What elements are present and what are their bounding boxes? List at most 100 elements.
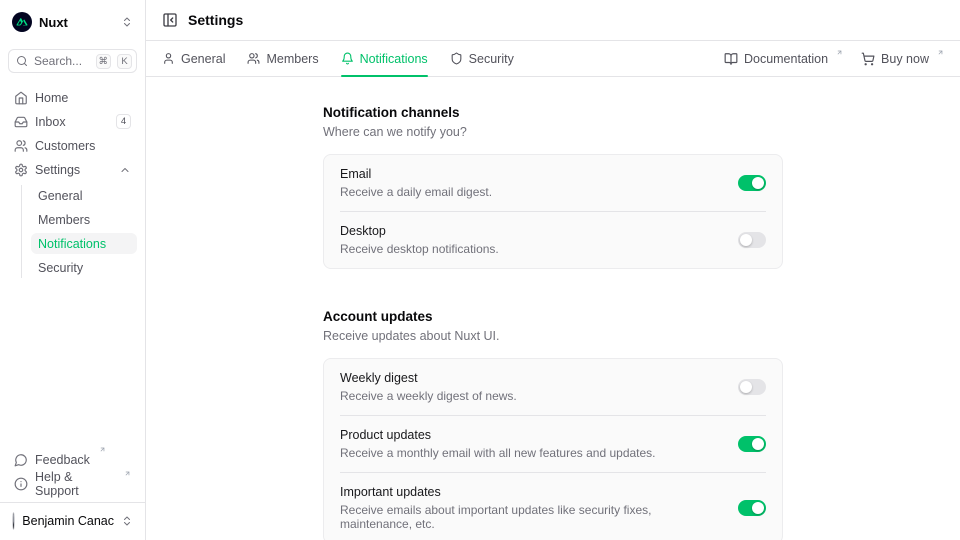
- chevrons-up-down-icon: [121, 16, 133, 28]
- message-circle-icon: [14, 453, 28, 467]
- shield-icon: [450, 52, 463, 65]
- tab-label: Notifications: [360, 52, 428, 66]
- sidebar-divider: [0, 502, 145, 503]
- kbd-cmd: ⌘: [96, 54, 112, 69]
- external-link-icon: [99, 446, 106, 453]
- team-selector[interactable]: Nuxt: [8, 10, 137, 34]
- section-account-updates: Account updates Receive updates about Nu…: [323, 309, 783, 540]
- sidebar-footer: Feedback Help & Support: [8, 449, 137, 494]
- setting-row-email: Email Receive a daily email digest.: [324, 155, 782, 211]
- shopping-cart-icon: [861, 52, 875, 66]
- tabbar-actions: Documentation Buy now: [724, 52, 944, 66]
- sidebar-item-label: Settings: [35, 163, 112, 177]
- user-menu[interactable]: Benjamin Canac: [8, 510, 137, 532]
- important-updates-toggle[interactable]: [738, 500, 766, 516]
- setting-label: Important updates: [340, 485, 722, 499]
- inbox-icon: [14, 115, 28, 129]
- search-input[interactable]: Search... ⌘ K: [8, 49, 137, 73]
- subnav-label: Security: [38, 261, 83, 275]
- documentation-link[interactable]: Documentation: [724, 52, 843, 66]
- setting-description: Receive desktop notifications.: [340, 242, 499, 256]
- setting-label: Weekly digest: [340, 371, 517, 385]
- tabbar: General Members Notifications Security: [146, 41, 960, 77]
- settings-card: Email Receive a daily email digest. Desk…: [323, 154, 783, 269]
- users-icon: [14, 139, 28, 153]
- sidebar-item-members[interactable]: Members: [31, 209, 137, 230]
- bell-icon: [341, 52, 354, 65]
- nuxt-logo-icon: [12, 12, 32, 32]
- sidebar-item-label: Customers: [35, 139, 131, 153]
- sidebar-item-notifications[interactable]: Notifications: [31, 233, 137, 254]
- external-link-icon: [124, 470, 131, 477]
- gear-icon: [14, 163, 28, 177]
- tabs: General Members Notifications Security: [162, 41, 514, 76]
- tab-general[interactable]: General: [162, 41, 225, 76]
- action-label: Buy now: [881, 52, 929, 66]
- setting-row-product-updates: Product updates Receive a monthly email …: [324, 416, 782, 472]
- action-label: Documentation: [744, 52, 828, 66]
- section-notification-channels: Notification channels Where can we notif…: [323, 105, 783, 269]
- tab-security[interactable]: Security: [450, 41, 514, 76]
- inbox-count-badge: 4: [116, 114, 131, 129]
- page-header: Settings: [146, 0, 960, 41]
- external-link-icon: [937, 49, 944, 56]
- setting-description: Receive emails about important updates l…: [340, 503, 722, 531]
- buy-now-link[interactable]: Buy now: [861, 52, 944, 66]
- help-support-link[interactable]: Help & Support: [8, 473, 137, 494]
- setting-row-weekly-digest: Weekly digest Receive a weekly digest of…: [324, 359, 782, 415]
- settings-content: Notification channels Where can we notif…: [146, 77, 960, 540]
- house-icon: [14, 91, 28, 105]
- setting-label: Product updates: [340, 428, 656, 442]
- section-subtitle: Where can we notify you?: [323, 125, 783, 139]
- chevrons-up-down-icon: [121, 515, 133, 527]
- tab-notifications[interactable]: Notifications: [341, 41, 428, 76]
- subnav-label: Members: [38, 213, 90, 227]
- settings-subnav: General Members Notifications Security: [21, 185, 137, 278]
- setting-label: Desktop: [340, 224, 499, 238]
- email-toggle[interactable]: [738, 175, 766, 191]
- settings-card: Weekly digest Receive a weekly digest of…: [323, 358, 783, 540]
- weekly-digest-toggle[interactable]: [738, 379, 766, 395]
- setting-row-desktop: Desktop Receive desktop notifications.: [324, 212, 782, 268]
- sidebar-item-label: Inbox: [35, 115, 109, 129]
- main-panel: Settings General Members Notifications: [146, 0, 960, 540]
- team-name: Nuxt: [39, 15, 114, 30]
- external-link-icon: [836, 49, 843, 56]
- sidebar: Nuxt Search... ⌘ K Home Inbox 4: [0, 0, 146, 540]
- desktop-toggle[interactable]: [738, 232, 766, 248]
- kbd-k: K: [117, 54, 132, 69]
- search-placeholder: Search...: [34, 54, 90, 68]
- sidebar-item-settings[interactable]: Settings: [8, 159, 137, 180]
- collapse-sidebar-icon[interactable]: [162, 12, 178, 28]
- setting-label: Email: [340, 167, 492, 181]
- section-title: Notification channels: [323, 105, 783, 120]
- users-icon: [247, 52, 260, 65]
- sidebar-item-security[interactable]: Security: [31, 257, 137, 278]
- feedback-link[interactable]: Feedback: [8, 449, 137, 470]
- page-title: Settings: [188, 12, 243, 28]
- avatar: [12, 512, 15, 530]
- tab-members[interactable]: Members: [247, 41, 318, 76]
- info-circle-icon: [14, 477, 28, 491]
- sidebar-item-label: Home: [35, 91, 131, 105]
- book-open-icon: [724, 52, 738, 66]
- sidebar-item-general[interactable]: General: [31, 185, 137, 206]
- section-subtitle: Receive updates about Nuxt UI.: [323, 329, 783, 343]
- product-updates-toggle[interactable]: [738, 436, 766, 452]
- sidebar-nav: Home Inbox 4 Customers Settings: [8, 87, 137, 278]
- section-title: Account updates: [323, 309, 783, 324]
- tab-label: General: [181, 52, 225, 66]
- user-icon: [162, 52, 175, 65]
- subnav-label: Notifications: [38, 237, 106, 251]
- sidebar-item-inbox[interactable]: Inbox 4: [8, 111, 137, 132]
- subnav-label: General: [38, 189, 82, 203]
- sidebar-item-customers[interactable]: Customers: [8, 135, 137, 156]
- setting-description: Receive a weekly digest of news.: [340, 389, 517, 403]
- tab-label: Members: [266, 52, 318, 66]
- sidebar-item-home[interactable]: Home: [8, 87, 137, 108]
- setting-row-important-updates: Important updates Receive emails about i…: [324, 473, 782, 540]
- chevron-up-icon: [119, 164, 131, 176]
- tab-label: Security: [469, 52, 514, 66]
- setting-description: Receive a monthly email with all new fea…: [340, 446, 656, 460]
- footer-link-label: Help & Support: [35, 470, 115, 498]
